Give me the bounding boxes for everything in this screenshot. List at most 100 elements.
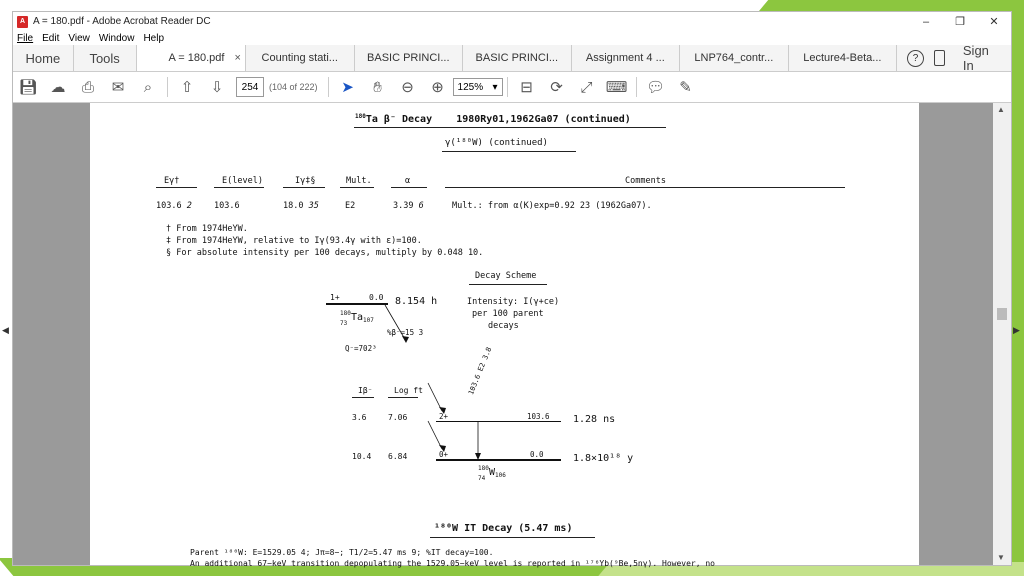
page-number-input[interactable]: 254 (236, 77, 264, 97)
toolbar-divider (327, 77, 329, 97)
parent-nuclide: 180 73 Ta107 (340, 310, 374, 327)
level-halflife: 1.28 ns (573, 414, 616, 425)
col-underline (214, 187, 264, 188)
menu-edit[interactable]: Edit (42, 33, 59, 44)
subheading: γ(¹⁸⁰W) (continued) (445, 138, 548, 148)
tab-active-document[interactable]: A = 180.pdf × (136, 45, 247, 71)
slide-next-icon[interactable]: ▶ (1013, 325, 1020, 336)
tab-document[interactable]: Lecture4-Beta... (789, 45, 898, 71)
row-elevel: 103.6 (214, 201, 240, 211)
window-title: A = 180.pdf - Adobe Acrobat Reader DC (33, 16, 211, 27)
toolbar-divider (506, 77, 508, 97)
chevron-down-icon: ▾ (492, 81, 498, 93)
footnote: † From 1974HeYW. (166, 224, 248, 234)
acrobat-window: A A = 180.pdf - Adobe Acrobat Reader DC … (12, 11, 1012, 568)
it-heading-underline (430, 537, 595, 538)
row-alpha: 3.39 6 (393, 201, 424, 211)
save-icon[interactable]: 💾︎ (13, 74, 43, 100)
menu-help[interactable]: Help (143, 33, 164, 44)
col-underline (391, 187, 427, 188)
print-icon[interactable]: ⎙ (73, 74, 103, 100)
comment-icon[interactable]: 💬︎ (641, 74, 671, 100)
pdf-page: 180Ta β⁻ Decay 1980Ry01,1962Ga07 (contin… (90, 103, 919, 568)
tab-document[interactable]: Counting stati... (246, 45, 355, 71)
cloud-upload-icon[interactable]: ☁ (43, 74, 73, 100)
menu-view[interactable]: View (68, 33, 90, 44)
page-down-icon[interactable]: ⇩ (202, 74, 232, 100)
sign-in-link[interactable]: Sign In (963, 43, 1003, 73)
zoom-in-icon[interactable]: ⊕ (423, 74, 453, 100)
hand-tool-icon[interactable]: ✋︎ (363, 74, 393, 100)
toolbar-divider (167, 77, 168, 97)
document-viewer[interactable]: 180Ta β⁻ Decay 1980Ry01,1962Ga07 (contin… (13, 103, 1011, 568)
fit-page-icon[interactable]: ⊟ (512, 74, 542, 100)
zoom-out-icon[interactable]: ⊖ (393, 74, 423, 100)
menu-file[interactable]: File (17, 33, 33, 44)
slide-prev-icon[interactable]: ◀ (2, 325, 9, 336)
minimize-button[interactable]: – (909, 16, 943, 28)
scroll-thumb[interactable] (997, 308, 1007, 320)
level-ib: 3.6 (352, 413, 367, 422)
select-cursor-icon[interactable]: ➤ (333, 74, 363, 100)
zoom-value: 125% (457, 81, 484, 93)
mobile-link-icon[interactable] (933, 50, 945, 66)
menu-window[interactable]: Window (99, 33, 135, 44)
col-egamma: Eγ† (164, 176, 180, 186)
daughter-nuclide: 180 74 W106 (478, 465, 506, 482)
zoom-select[interactable]: 125% ▾ (452, 78, 503, 96)
scroll-down-icon[interactable]: ▼ (997, 553, 1005, 562)
col-underline (340, 187, 374, 188)
tab-tools[interactable]: Tools (74, 45, 137, 71)
level-ib: 10.4 (352, 452, 372, 461)
toolbar: 💾︎ ☁ ⎙ ✉ ⌕ ⇧ ⇩ 254 (104 of 222) ➤ ✋︎ ⊖ ⊕… (13, 72, 1011, 103)
tab-document[interactable]: BASIC PRINCI... (355, 45, 464, 71)
scroll-up-icon[interactable]: ▲ (997, 105, 1005, 114)
help-icon[interactable]: ? (907, 49, 924, 67)
keyboard-icon[interactable]: ⌨ (602, 74, 632, 100)
tab-label: A = 180.pdf (168, 52, 225, 64)
tab-bar-actions: ? Sign In (897, 43, 1011, 73)
tab-home[interactable]: Home (13, 45, 74, 71)
tab-document[interactable]: Assignment 4 ... (572, 45, 681, 71)
row-egamma: 103.6 2 (156, 201, 192, 211)
tab-bar: Home Tools A = 180.pdf × Counting stati.… (13, 43, 1011, 73)
subheading-underline (442, 151, 576, 152)
tab-document[interactable]: BASIC PRINCI... (463, 45, 572, 71)
col-comments: Comments (625, 176, 666, 186)
scheme-title-underline (469, 284, 547, 285)
additional-line: An additional 67−keV transition depopula… (190, 559, 715, 568)
search-icon[interactable]: ⌕ (133, 74, 163, 100)
footnote: § For absolute intensity per 100 decays,… (166, 248, 484, 258)
page-count: (104 of 222) (269, 82, 318, 92)
it-heading: ¹⁸⁰W IT Decay (5.47 ms) (434, 523, 573, 534)
maximize-button[interactable]: ❐ (943, 15, 977, 28)
title-bar: A A = 180.pdf - Adobe Acrobat Reader DC … (13, 12, 1011, 31)
col-igamma: Iγ‡§ (295, 176, 316, 186)
email-icon[interactable]: ✉ (103, 74, 133, 100)
pdf-icon: A (17, 15, 28, 28)
page-up-icon[interactable]: ⇧ (172, 74, 202, 100)
heading-underline (354, 127, 666, 128)
col-underline (156, 187, 197, 188)
viewer-margin (919, 103, 993, 565)
pen-icon[interactable]: ✎ (671, 74, 701, 100)
menu-bar: File Edit View Window Help (13, 31, 1011, 45)
rotate-icon[interactable]: ⟳ (542, 74, 572, 100)
col-mult: Mult. (346, 176, 372, 186)
parent-energy: 0.0 (369, 293, 384, 302)
tab-close-icon[interactable]: × (234, 52, 240, 64)
col-underline (445, 187, 845, 188)
col-elevel: E(level) (222, 176, 263, 186)
full-screen-icon[interactable]: ⤢ (572, 74, 602, 100)
footnote: ‡ From 1974HeYW, relative to Iγ(93.4γ wi… (166, 236, 422, 246)
tab-document[interactable]: LNP764_contr... (680, 45, 789, 71)
col-underline (283, 187, 325, 188)
row-igamma: 18.0 35 (283, 201, 319, 211)
vertical-scrollbar[interactable]: ▲ ▼ (993, 103, 1011, 565)
parent-line: Parent ¹⁸⁰W: E=1529.05 4; Jπ=8−; T1/2=5.… (190, 548, 494, 557)
row-comment: Mult.: from α(K)exp=0.92 23 (1962Ga07). (452, 201, 652, 211)
close-button[interactable]: ✕ (977, 15, 1011, 28)
col-alpha: α (405, 176, 411, 186)
decay-scheme-title: Decay Scheme (475, 271, 537, 281)
page-heading: 180Ta β⁻ Decay 1980Ry01,1962Ga07 (contin… (355, 113, 631, 125)
